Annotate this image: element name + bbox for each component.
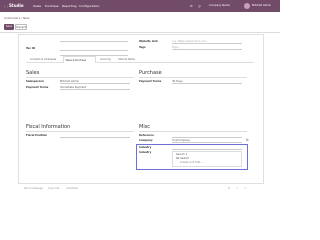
breadcrumb[interactable]: Customers / New bbox=[4, 17, 30, 20]
user-menu[interactable]: Mitchell Admin bbox=[252, 0, 271, 12]
tab-sales-purchase[interactable]: Sales & Purchase bbox=[63, 56, 96, 63]
company-field[interactable]: YourCompany bbox=[172, 139, 242, 143]
company-switcher[interactable]: Company Name bbox=[209, 0, 230, 12]
follow-icon[interactable]: ☆ bbox=[236, 187, 238, 190]
new-field-a-label: Industry bbox=[139, 146, 152, 149]
save-button-label: Save bbox=[5, 25, 13, 28]
purchase-divider bbox=[139, 77, 247, 78]
sales-section-title: Sales bbox=[26, 70, 40, 76]
tab-internal-notes[interactable]: Internal Notes bbox=[118, 58, 135, 61]
control-panel-divider bbox=[0, 32, 280, 33]
sales-payment-terms-field[interactable]: Immediate Payment bbox=[60, 86, 130, 90]
address-field[interactable] bbox=[60, 37, 128, 42]
chat-icon[interactable]: ✉ bbox=[190, 0, 193, 12]
salesperson-label: Salesperson bbox=[26, 80, 44, 83]
tags-label: Tags bbox=[139, 46, 146, 49]
dropdown-option-create[interactable]: Create and Edit... bbox=[180, 161, 203, 164]
external-link-icon[interactable]: ⧉ bbox=[246, 138, 249, 142]
new-field-b-label: Industry bbox=[139, 151, 152, 154]
log-note-button[interactable]: Log note bbox=[48, 187, 59, 190]
dropdown-option[interactable]: Search 1 bbox=[176, 153, 187, 156]
misc-section-title: Misc bbox=[139, 124, 151, 130]
app-title[interactable]: Studio bbox=[9, 0, 24, 12]
menu-item-purchase[interactable]: Purchase bbox=[45, 0, 59, 12]
activity-icon[interactable]: ◷ bbox=[198, 0, 201, 12]
sales-divider bbox=[26, 77, 134, 78]
purchase-section-title: Purchase bbox=[139, 70, 162, 76]
fiscal-position-field[interactable] bbox=[60, 134, 130, 138]
fiscal-position-label: Fiscal Position bbox=[26, 134, 48, 137]
followers-icon[interactable]: ⚇ bbox=[244, 187, 246, 190]
discard-button[interactable]: Discard bbox=[15, 24, 27, 30]
menu-item-reporting[interactable]: Reporting bbox=[62, 0, 77, 12]
tabs-divider bbox=[26, 62, 254, 63]
reference-label: Reference bbox=[139, 134, 154, 137]
attachment-icon[interactable]: ⎘ bbox=[228, 187, 230, 190]
discard-button-label: Discard bbox=[16, 26, 26, 29]
activities-button[interactable]: Activities bbox=[66, 187, 78, 190]
tags-input[interactable]: Tags... bbox=[172, 46, 242, 50]
sales-payment-terms-label: Payment Terms bbox=[26, 86, 49, 89]
misc-divider bbox=[139, 131, 247, 132]
reference-field[interactable] bbox=[172, 134, 242, 138]
top-navbar bbox=[0, 0, 280, 12]
tab-contacts-addresses[interactable]: Contacts & Addresses bbox=[30, 58, 56, 61]
website-label: Website Link bbox=[139, 40, 158, 43]
send-message-button[interactable]: Send message bbox=[24, 187, 43, 190]
fiscal-divider bbox=[26, 131, 134, 132]
fiscal-section-title: Fiscal Information bbox=[26, 124, 71, 130]
tax-id-label: Tax ID bbox=[26, 47, 35, 50]
dropdown-option[interactable]: Re-Search bbox=[176, 157, 189, 160]
avatar[interactable] bbox=[244, 3, 250, 9]
website-input[interactable]: e.g. https://www.odoo.com bbox=[172, 40, 242, 44]
purchase-payment-terms-field[interactable]: 30 Days bbox=[172, 80, 242, 84]
tab-invoicing[interactable]: Invoicing bbox=[100, 58, 111, 61]
tab-sales-purchase-label: Sales & Purchase bbox=[65, 58, 87, 62]
menu-item-configuration[interactable]: Configuration bbox=[79, 0, 99, 12]
save-button[interactable]: Save bbox=[4, 24, 14, 30]
new-field-a-input[interactable] bbox=[172, 146, 242, 150]
menu-item-sales[interactable]: Sales bbox=[33, 0, 41, 12]
purchase-payment-terms-label: Payment Terms bbox=[139, 80, 162, 83]
salesperson-field[interactable]: Mitchell Admin bbox=[60, 80, 130, 84]
company-label: Company bbox=[139, 139, 153, 142]
